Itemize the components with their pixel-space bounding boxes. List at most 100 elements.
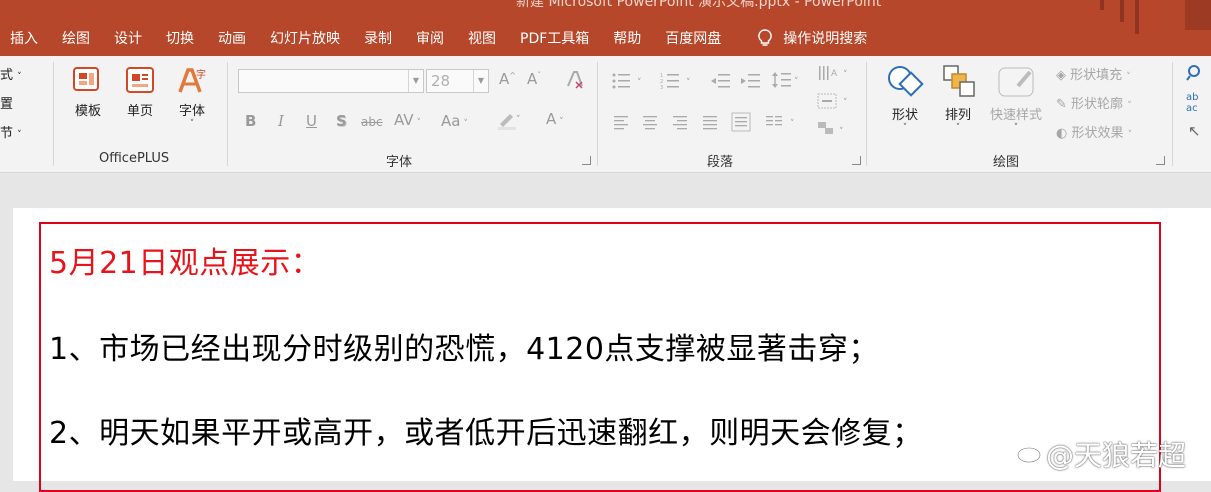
arrange-icon (943, 65, 975, 97)
window-title: 新建 Microsoft PowerPoint 演示文稿.pptx - Powe… (516, 0, 882, 10)
shape-effects-label: 形状效果 (1071, 126, 1124, 141)
slide-point-2: 2、明天如果平开或高开，或者低开后迅速翻红，则明天会修复； (49, 416, 923, 451)
layout-button[interactable]: 式 ˅ (0, 64, 22, 83)
tab-design[interactable]: 设计 (104, 28, 156, 48)
pencil-icon: ✎ (1056, 97, 1067, 112)
template-icon (73, 67, 99, 91)
tab-help[interactable]: 帮助 (603, 28, 655, 48)
tab-draw[interactable]: 绘图 (52, 28, 104, 48)
increase-font-size-button[interactable]: A^ (499, 70, 516, 88)
decrease-font-size-button[interactable]: Aˇ (527, 70, 541, 88)
font-dialog-launcher[interactable] (582, 156, 591, 165)
tab-transitions[interactable]: 切换 (156, 28, 208, 48)
svg-text:˅: ˅ (843, 98, 848, 108)
svg-text:˅: ˅ (839, 127, 844, 137)
increase-indent-icon[interactable] (740, 72, 762, 94)
drawing-dialog-launcher[interactable] (1156, 156, 1165, 165)
svg-text:˅: ˅ (686, 78, 691, 88)
clear-formatting-icon[interactable] (564, 68, 586, 94)
change-case-button[interactable]: Aa ˅ (441, 112, 468, 130)
drawing-group-label: 绘图 (993, 155, 1020, 170)
group-separator (53, 62, 54, 166)
tab-animations[interactable]: 动画 (208, 28, 260, 48)
reset-label: 置 (0, 97, 14, 112)
group-separator (866, 62, 867, 166)
numbering-icon[interactable]: 1 2 3 ˅ (660, 72, 696, 94)
tab-baidu-netdisk[interactable]: 百度网盘 (655, 28, 735, 48)
text-box[interactable]: 5月21日观点展示： 1、市场已经出现分时级别的恐慌，4120点支撑被显著击穿；… (39, 222, 1161, 492)
title-decoration (1120, 0, 1124, 22)
svg-text:˅: ˅ (516, 115, 521, 125)
quick-styles-button[interactable]: 快速样式 ˅ (985, 64, 1047, 133)
bullets-icon[interactable]: ˅ (611, 72, 647, 94)
align-center-icon[interactable] (643, 114, 659, 134)
section-label: 节 (0, 126, 14, 141)
slide-point-1: 1、市场已经出现分时级别的恐慌，4120点支撑被显著击穿； (49, 332, 879, 367)
align-left-icon[interactable] (614, 114, 630, 134)
lightbulb-icon (758, 29, 773, 46)
decrease-indent-icon[interactable] (710, 72, 732, 94)
section-button[interactable]: 节 ˅ (0, 122, 22, 141)
justify-icon[interactable] (703, 114, 719, 134)
svg-text:字: 字 (196, 68, 206, 81)
font-size-dropdown[interactable]: 28 ▼ (426, 69, 489, 93)
align-text-icon[interactable]: ˅ (817, 92, 853, 116)
strikethrough-button[interactable]: abc (361, 115, 383, 129)
ribbon: 式 ˅ 置 节 ˅ 模板 单页 字 字体 ˅ OfficePLUS ▼ 28 ▼… (0, 56, 1211, 173)
font-name-dropdown[interactable]: ▼ (238, 69, 424, 93)
shape-outline-button[interactable]: ✎ 形状轮廓 ˅ (1056, 93, 1132, 112)
shape-effects-button[interactable]: ◐ 形状效果 ˅ (1056, 122, 1132, 141)
svg-text:A: A (831, 69, 838, 79)
officeplus-group-label: OfficePLUS (99, 151, 170, 166)
svg-text:˅: ˅ (637, 78, 642, 88)
arrange-label: 排列 (944, 108, 971, 123)
find-icon[interactable] (1186, 64, 1206, 86)
character-spacing-button[interactable]: AV ˅ (394, 111, 421, 129)
shapes-button[interactable]: 形状 ˅ (883, 64, 927, 133)
shapes-label: 形状 (891, 108, 918, 123)
shape-fill-button[interactable]: ◈ 形状填充 ˅ (1056, 64, 1131, 83)
replace-icon[interactable]: ab ac (1186, 92, 1198, 114)
text-shadow-button[interactable]: S (336, 112, 347, 130)
svg-text:3: 3 (660, 85, 663, 90)
tab-view[interactable]: 视图 (458, 28, 510, 48)
select-icon[interactable]: ↖ (1188, 122, 1201, 140)
paragraph-group-label: 段落 (707, 155, 734, 170)
distributed-icon[interactable] (731, 112, 751, 136)
italic-button[interactable]: I (278, 112, 284, 130)
shape-fill-label: 形状填充 (1070, 68, 1123, 83)
line-spacing-icon[interactable]: ˅ (772, 70, 802, 94)
arrange-button[interactable]: 排列 ˅ (936, 64, 980, 133)
tell-me-search[interactable]: 操作说明搜索 (745, 28, 881, 48)
watermark-text: @天狼若超 (1046, 439, 1187, 472)
group-separator (597, 62, 598, 166)
align-right-icon[interactable] (673, 114, 689, 134)
group-separator (1172, 62, 1173, 166)
convert-smartart-icon[interactable]: ˅ (817, 120, 853, 144)
columns-icon[interactable]: ˅ (766, 114, 800, 134)
tab-review[interactable]: 审阅 (406, 28, 458, 48)
font-group-label: 字体 (386, 155, 413, 170)
template-label: 模板 (74, 104, 101, 119)
quick-styles-icon (998, 67, 1034, 97)
font-size-value: 28 (431, 72, 451, 90)
tab-record[interactable]: 录制 (354, 28, 406, 48)
tab-insert[interactable]: 插入 (0, 28, 52, 48)
ribbon-tabs: 插入 绘图 设计 切换 动画 幻灯片放映 录制 审阅 视图 PDF工具箱 帮助 … (0, 26, 881, 50)
text-direction-icon[interactable]: A ˅ (817, 64, 853, 88)
template-button[interactable]: 模板 (70, 66, 106, 119)
bold-button[interactable]: B (245, 112, 256, 130)
font-plus-label: 字体 (178, 104, 205, 119)
paint-bucket-icon: ◈ (1056, 68, 1066, 83)
reset-button[interactable]: 置 (0, 93, 13, 112)
tell-me-label: 操作说明搜索 (783, 31, 868, 47)
tab-pdf-toolbox[interactable]: PDF工具箱 (510, 28, 603, 48)
tab-slideshow[interactable]: 幻灯片放映 (260, 28, 354, 48)
underline-button[interactable]: U (306, 112, 317, 130)
highlight-icon[interactable]: ˅ (496, 108, 522, 134)
font-color-button[interactable]: A ˅ (546, 110, 564, 128)
svg-text:˅: ˅ (843, 70, 848, 80)
single-page-button[interactable]: 单页 (122, 66, 158, 119)
paragraph-dialog-launcher[interactable] (852, 156, 861, 165)
font-plus-button[interactable]: 字 字体 ˅ (174, 66, 210, 129)
